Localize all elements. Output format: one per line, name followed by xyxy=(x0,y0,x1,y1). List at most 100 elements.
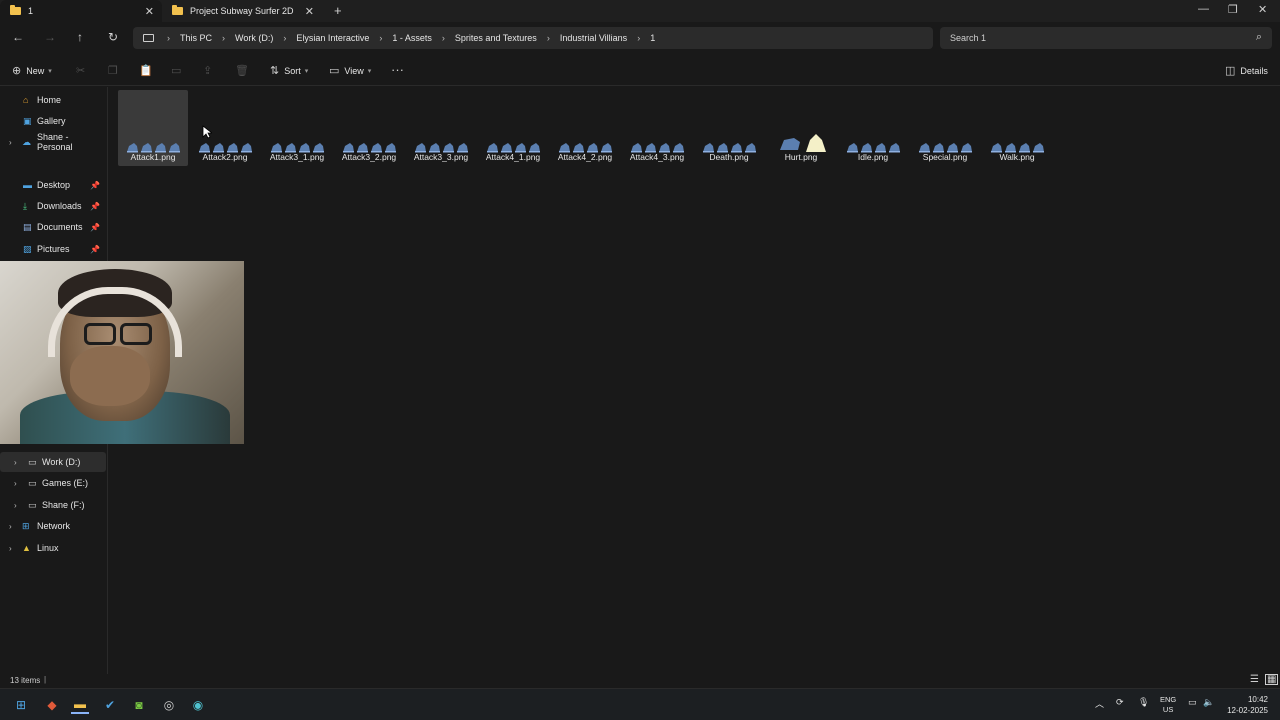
file-list[interactable]: Attack1.png Attack2.png Attack3_1.png Attac… xyxy=(109,87,1280,674)
rename-icon: ▭ xyxy=(171,65,182,77)
trash-icon: 🗑 xyxy=(235,65,249,77)
chevron-right-icon[interactable]: › xyxy=(9,522,12,531)
breadcrumb-sprites[interactable]: Sprites and Textures xyxy=(455,33,537,43)
sidebar-item-desktop[interactable]: ▬ Desktop 📌 xyxy=(0,175,106,195)
sidebar-item-work-drive[interactable]: › ▭ Work (D:) xyxy=(0,452,106,472)
up-arrow-icon[interactable]: ↑ xyxy=(77,30,83,44)
new-tab-icon[interactable]: + xyxy=(334,3,342,18)
file-item[interactable]: Attack4_2.png xyxy=(550,90,620,166)
refresh-icon[interactable]: ↻ xyxy=(108,30,118,44)
microphone-icon[interactable]: 🎙 xyxy=(1138,697,1149,708)
edge-browser-icon[interactable]: ◉ xyxy=(189,696,207,714)
file-item[interactable]: Attack1.png xyxy=(118,90,188,166)
clock[interactable]: 10:42 12-02-2025 xyxy=(1226,694,1268,716)
chevron-right-icon[interactable]: › xyxy=(379,33,382,43)
restore-icon[interactable]: ❐ xyxy=(1228,3,1238,16)
file-item[interactable]: Attack3_2.png xyxy=(334,90,404,166)
breadcrumb-assets[interactable]: 1 - Assets xyxy=(392,33,432,43)
chevron-right-icon[interactable]: › xyxy=(167,33,170,43)
language-indicator[interactable]: ENG US xyxy=(1160,695,1176,715)
sidebar-item-linux[interactable]: › ▲ Linux xyxy=(0,538,106,558)
chevron-right-icon[interactable]: › xyxy=(9,544,12,553)
breadcrumb-elysian[interactable]: Elysian Interactive xyxy=(296,33,369,43)
file-item[interactable]: Attack3_3.png xyxy=(406,90,476,166)
sidebar-item-home[interactable]: ⌂ Home xyxy=(0,90,106,110)
todo-check-icon[interactable]: ✔ xyxy=(101,696,119,714)
minimize-icon[interactable]: — xyxy=(1198,3,1209,15)
file-item[interactable]: Hurt.png xyxy=(766,90,836,166)
sidebar-item-network[interactable]: › ⊞ Network xyxy=(0,516,106,536)
close-tab-icon[interactable]: ✕ xyxy=(305,5,314,18)
chevron-right-icon[interactable]: › xyxy=(637,33,640,43)
chevron-right-icon[interactable]: › xyxy=(14,479,17,488)
sidebar-item-shane-drive[interactable]: › ▭ Shane (F:) xyxy=(0,495,106,515)
address-bar[interactable]: › This PC › Work (D:) › Elysian Interact… xyxy=(133,27,933,49)
back-arrow-icon[interactable]: ← xyxy=(12,30,24,44)
sidebar-item-documents[interactable]: ▤ Documents 📌 xyxy=(0,217,106,237)
android-studio-icon[interactable]: ◙ xyxy=(130,696,148,714)
breadcrumb-work-d[interactable]: Work (D:) xyxy=(235,33,273,43)
view-button[interactable]: ▭ View ▾ xyxy=(329,64,371,77)
file-item[interactable]: Walk.png xyxy=(982,90,1052,166)
tiles-view-icon[interactable]: ▦ xyxy=(1265,674,1279,685)
details-pane-icon: ◫ xyxy=(1225,65,1236,77)
sidebar-item-downloads[interactable]: ⤓ Downloads 📌 xyxy=(0,196,106,216)
more-options-button[interactable]: ··· xyxy=(391,62,409,77)
tab-folder-1[interactable]: 1 ✕ xyxy=(0,0,162,22)
sidebar-item-label: Linux xyxy=(37,543,59,553)
forward-arrow-icon[interactable]: → xyxy=(44,30,56,44)
file-item[interactable]: Special.png xyxy=(910,90,980,166)
file-item[interactable]: Attack3_1.png xyxy=(262,90,332,166)
file-explorer-icon[interactable]: ▬ xyxy=(71,696,89,714)
sidebar-item-games-drive[interactable]: › ▭ Games (E:) xyxy=(0,473,106,493)
webcam-glasses-right xyxy=(120,323,152,345)
chevron-down-icon: ▾ xyxy=(48,67,52,75)
tab-project-subway-surfer[interactable]: Project Subway Surfer 2D ✕ xyxy=(162,0,322,22)
view-icon: ▭ xyxy=(329,65,340,77)
network-monitor-icon[interactable]: ▭ xyxy=(1188,697,1197,708)
close-window-icon[interactable]: ✕ xyxy=(1258,3,1267,16)
sidebar-item-pictures[interactable]: ▨ Pictures 📌 xyxy=(0,239,106,259)
copy-button[interactable]: ❐ xyxy=(108,64,123,77)
sort-button[interactable]: ⇅ Sort ▾ xyxy=(270,64,308,77)
cut-button[interactable]: ✂ xyxy=(76,64,90,77)
delete-button[interactable]: 🗑 xyxy=(235,64,254,77)
chevron-right-icon[interactable]: › xyxy=(442,33,445,43)
file-item[interactable]: Idle.png xyxy=(838,90,908,166)
chevron-up-icon[interactable]: ︿ xyxy=(1095,697,1104,710)
windows-start-icon[interactable]: ⊞ xyxy=(12,696,30,714)
brave-browser-icon[interactable]: ◆ xyxy=(43,696,61,714)
sidebar-item-gallery[interactable]: ▣ Gallery xyxy=(0,111,106,131)
webcam-glasses-left xyxy=(84,323,116,345)
search-icon[interactable]: ⌕ xyxy=(1256,31,1262,44)
sprite-strip-icon xyxy=(631,143,684,153)
breadcrumb-current[interactable]: 1 xyxy=(650,33,655,43)
chevron-right-icon[interactable]: › xyxy=(14,458,17,467)
file-item[interactable]: Attack2.png xyxy=(190,90,260,166)
sidebar-item-onedrive[interactable]: › ☁ Shane - Personal xyxy=(0,132,106,152)
share-button[interactable]: ⇪ xyxy=(203,64,217,77)
rename-button[interactable]: ▭ xyxy=(171,64,186,77)
search-input[interactable]: Search 1 ⌕ xyxy=(940,27,1272,49)
sync-icon[interactable]: ⟳ xyxy=(1116,697,1124,708)
obs-record-icon[interactable]: ◎ xyxy=(160,696,178,714)
sprite-thumbnail xyxy=(554,90,616,154)
details-button[interactable]: ◫ Details xyxy=(1225,64,1268,77)
chevron-right-icon[interactable]: › xyxy=(222,33,225,43)
file-item[interactable]: Attack4_1.png xyxy=(478,90,548,166)
chevron-right-icon[interactable]: › xyxy=(14,501,17,510)
chevron-right-icon[interactable]: › xyxy=(547,33,550,43)
chevron-right-icon[interactable]: › xyxy=(283,33,286,43)
breadcrumb-this-pc[interactable]: This PC xyxy=(180,33,212,43)
new-button[interactable]: ⊕ New ▾ xyxy=(12,64,52,77)
paste-button[interactable]: 📋 xyxy=(139,64,158,77)
region-code: US xyxy=(1162,705,1174,714)
breadcrumb-industrial[interactable]: Industrial Villians xyxy=(560,33,627,43)
file-item[interactable]: Attack4_3.png xyxy=(622,90,692,166)
volume-icon[interactable]: 🔈 xyxy=(1203,697,1214,708)
plus-circle-icon: ⊕ xyxy=(12,65,22,77)
details-view-icon[interactable]: ☰ xyxy=(1250,674,1259,685)
chevron-right-icon[interactable]: › xyxy=(9,138,12,147)
file-item[interactable]: Death.png xyxy=(694,90,764,166)
close-tab-icon[interactable]: ✕ xyxy=(145,5,154,18)
